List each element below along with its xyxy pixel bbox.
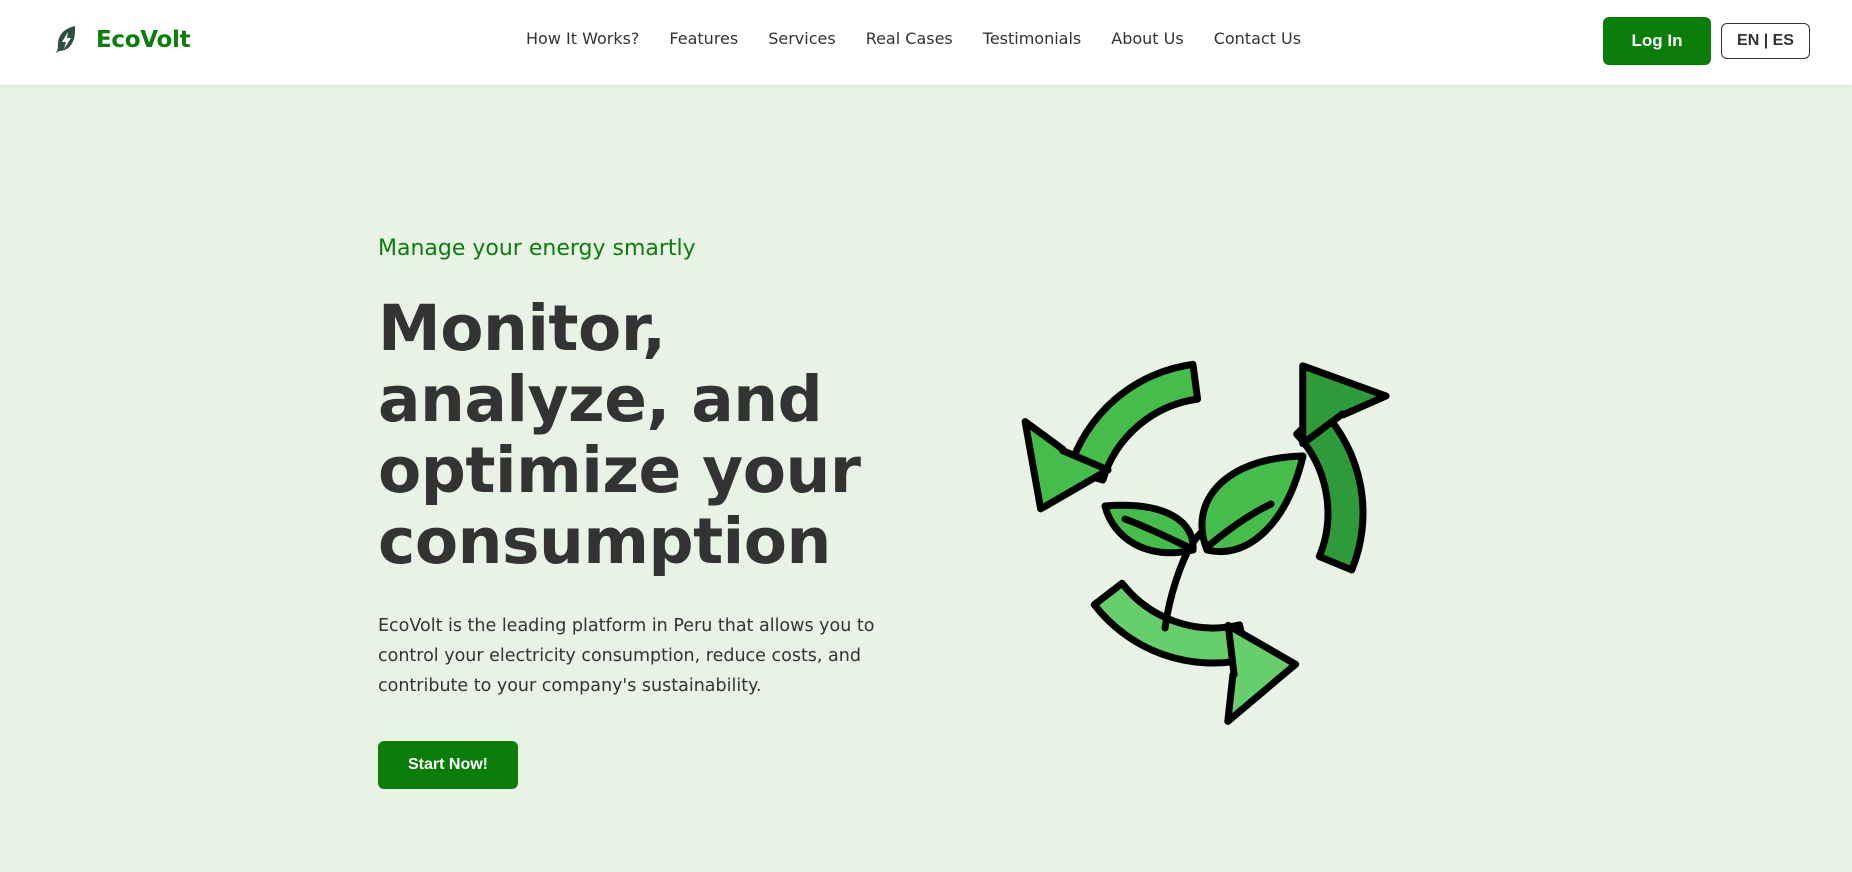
nav-link-services[interactable]: Services <box>768 29 835 48</box>
hero-description: EcoVolt is the leading platform in Peru … <box>378 616 875 696</box>
nav-link-real-cases[interactable]: Real Cases <box>866 29 953 48</box>
top-navbar: EcoVolt How It Works? Features Services … <box>0 0 1852 85</box>
recycle-arrows-sprout-icon <box>1021 360 1390 725</box>
nav-link-features[interactable]: Features <box>669 29 738 48</box>
start-now-button[interactable]: Start Now! <box>378 741 518 789</box>
main-nav: How It Works? Features Services Real Cas… <box>526 29 1301 48</box>
brand-name: EcoVolt <box>96 27 191 53</box>
nav-link-about-us[interactable]: About Us <box>1111 29 1183 48</box>
login-button[interactable]: Log In <box>1603 17 1711 65</box>
hero-headline: Monitor, analyze, and optimize your cons… <box>378 292 861 578</box>
nav-link-contact-us[interactable]: Contact Us <box>1214 29 1301 48</box>
nav-link-how-it-works[interactable]: How It Works? <box>526 29 639 48</box>
recycle-arrow-left <box>1021 360 1202 513</box>
leaf-bolt-icon <box>56 26 76 53</box>
nav-link-testimonials[interactable]: Testimonials <box>983 29 1082 48</box>
recycle-arrow-bottom <box>1090 579 1300 725</box>
hero-tagline: Manage your energy smartly <box>378 236 696 261</box>
hero-text-block: Manage your energy smartly Monitor, anal… <box>378 236 938 701</box>
language-toggle-button[interactable]: EN | ES <box>1721 23 1810 59</box>
brand-logo[interactable]: EcoVolt <box>54 24 191 56</box>
